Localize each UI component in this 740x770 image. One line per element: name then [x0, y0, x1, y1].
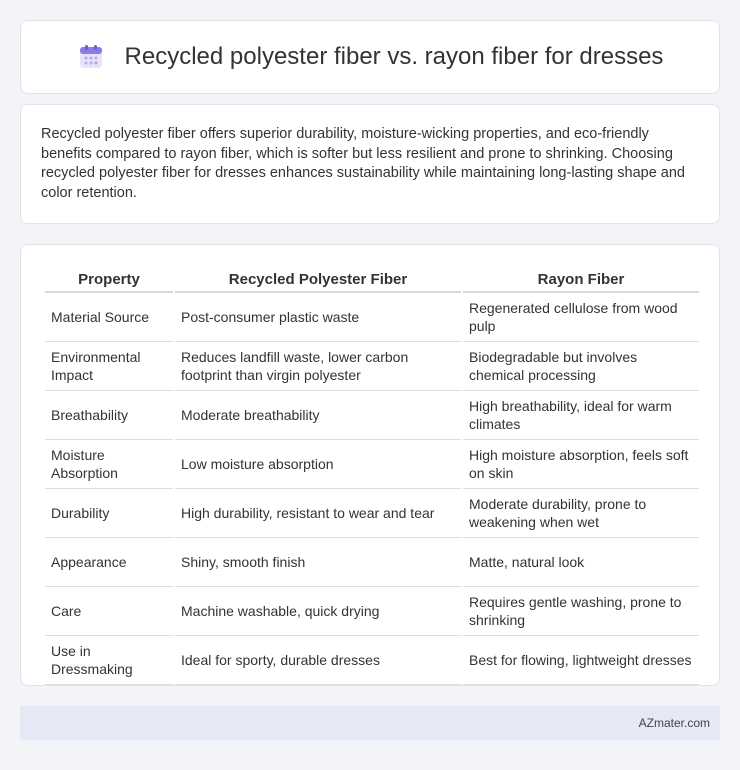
header-recycled-polyester: Recycled Polyester Fiber	[175, 265, 461, 293]
cell-rayon: Regenerated cellulose from wood pulp	[463, 293, 699, 342]
header-rayon: Rayon Fiber	[463, 265, 699, 293]
page-title: Recycled polyester fiber vs. rayon fiber…	[124, 43, 664, 70]
cell-polyester: Low moisture absorption	[175, 440, 461, 489]
cell-polyester: Machine washable, quick drying	[175, 587, 461, 636]
summary-card: Recycled polyester fiber offers superior…	[20, 104, 720, 224]
header-property: Property	[45, 265, 173, 293]
cell-property: Appearance	[45, 538, 173, 587]
cell-property: Moisture Absorption	[45, 440, 173, 489]
cell-polyester: High durability, resistant to wear and t…	[175, 489, 461, 538]
summary-text: Recycled polyester fiber offers superior…	[41, 126, 685, 201]
footer-bar: AZmater.com	[20, 706, 720, 740]
table-header-row: Property Recycled Polyester Fiber Rayon …	[45, 265, 699, 293]
cell-property: Material Source	[45, 293, 173, 342]
table-row: Moisture Absorption Low moisture absorpt…	[45, 440, 699, 489]
table-row: Appearance Shiny, smooth finish Matte, n…	[45, 538, 699, 587]
title-card: Recycled polyester fiber vs. rayon fiber…	[20, 20, 720, 94]
cell-rayon: Biodegradable but involves chemical proc…	[463, 342, 699, 391]
table-row: Use in Dressmaking Ideal for sporty, dur…	[45, 636, 699, 685]
footer-site-name: AZmater.com	[638, 716, 710, 730]
cell-rayon: High breathability, ideal for warm clima…	[463, 391, 699, 440]
table-card: Property Recycled Polyester Fiber Rayon …	[20, 244, 720, 686]
calendar-icon	[79, 45, 102, 68]
table-row: Durability High durability, resistant to…	[45, 489, 699, 538]
cell-polyester: Reduces landfill waste, lower carbon foo…	[175, 342, 461, 391]
cell-polyester: Moderate breathability	[175, 391, 461, 440]
table-row: Environmental Impact Reduces landfill wa…	[45, 342, 699, 391]
cell-property: Care	[45, 587, 173, 636]
cell-rayon: High moisture absorption, feels soft on …	[463, 440, 699, 489]
cell-polyester: Post-consumer plastic waste	[175, 293, 461, 342]
cell-rayon: Moderate durability, prone to weakening …	[463, 489, 699, 538]
comparison-table: Property Recycled Polyester Fiber Rayon …	[43, 265, 701, 685]
table-row: Material Source Post-consumer plastic wa…	[45, 293, 699, 342]
cell-property: Use in Dressmaking	[45, 636, 173, 685]
cell-rayon: Best for flowing, lightweight dresses	[463, 636, 699, 685]
table-row: Care Machine washable, quick drying Requ…	[45, 587, 699, 636]
table-row: Breathability Moderate breathability Hig…	[45, 391, 699, 440]
cell-property: Environmental Impact	[45, 342, 173, 391]
cell-rayon: Requires gentle washing, prone to shrink…	[463, 587, 699, 636]
cell-rayon: Matte, natural look	[463, 538, 699, 587]
cell-property: Breathability	[45, 391, 173, 440]
cell-property: Durability	[45, 489, 173, 538]
cell-polyester: Ideal for sporty, durable dresses	[175, 636, 461, 685]
cell-polyester: Shiny, smooth finish	[175, 538, 461, 587]
